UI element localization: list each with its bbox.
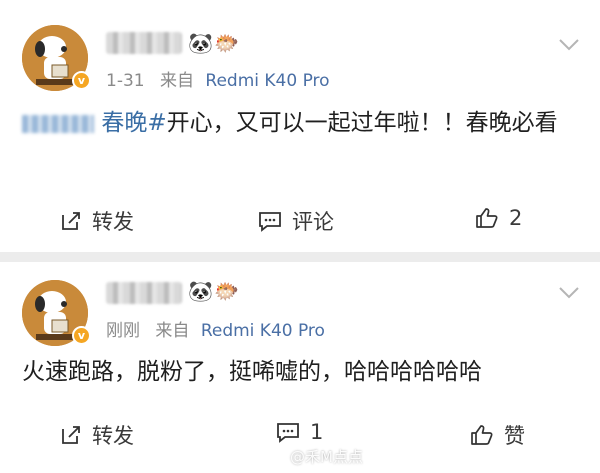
like-button[interactable]: 2: [475, 206, 522, 230]
topic-link[interactable]: 春晚#: [22, 110, 167, 136]
repost-icon: [62, 212, 80, 230]
post-meta: 刚刚 来自 Redmi K40 Pro: [106, 316, 325, 341]
thumbs-up-icon: [476, 208, 498, 228]
repost-button[interactable]: 转发: [60, 420, 134, 450]
comment-icon: [259, 212, 281, 232]
comment-count: 1: [310, 420, 324, 444]
repost-label: 转发: [92, 210, 134, 234]
topic-blurred-part: [22, 114, 94, 133]
verified-badge-icon: v: [72, 71, 91, 90]
verified-badge-icon: v: [72, 326, 91, 345]
device-name[interactable]: Redmi K40 Pro: [201, 321, 325, 341]
username-blurred[interactable]: [106, 282, 182, 304]
watermark-text: @禾M点点: [290, 448, 363, 466]
post-meta: 1-31 来自 Redmi K40 Pro: [106, 66, 330, 91]
username-blurred[interactable]: [106, 32, 182, 54]
post-body: 开心，又可以一起过年啦！！春晚必看: [166, 110, 558, 136]
repost-icon: [62, 426, 80, 444]
repost-button[interactable]: 转发: [60, 206, 134, 236]
chevron-down-icon[interactable]: [558, 286, 580, 300]
post-text: 火速跑路，脱粉了，挺唏嘘的，哈哈哈哈哈哈: [22, 354, 582, 390]
source-prefix: 来自: [155, 321, 190, 341]
comment-button[interactable]: 1: [276, 420, 323, 444]
source-prefix: 来自: [160, 71, 194, 91]
device-name[interactable]: Redmi K40 Pro: [205, 71, 329, 91]
weibo-watermark: @禾M点点: [268, 446, 363, 467]
pufferfish-emoji-icon: 🐡: [214, 279, 239, 303]
like-label: 赞: [504, 424, 525, 448]
comment-icon: [277, 423, 299, 443]
comment-button[interactable]: 评论: [258, 206, 334, 236]
action-bar: 转发 评论 2: [0, 200, 600, 240]
post-text: 春晚#开心，又可以一起过年啦！！春晚必看: [22, 105, 582, 141]
like-count: 2: [509, 206, 523, 230]
chevron-down-icon[interactable]: [558, 38, 580, 52]
like-button[interactable]: 赞: [470, 420, 525, 450]
weibo-logo-icon: [268, 450, 286, 464]
post-time: 1-31: [106, 71, 145, 91]
panda-emoji-icon: 🐼: [188, 31, 213, 55]
post-card-1: v 🐼 🐡 1-31 来自 Redmi K40 Pro 春晚#开心，又可以一起过…: [0, 0, 600, 252]
panda-emoji-icon: 🐼: [188, 279, 213, 303]
avatar[interactable]: v: [22, 25, 91, 91]
thumbs-up-icon: [471, 425, 493, 445]
post-time: 刚刚: [106, 321, 140, 341]
repost-label: 转发: [92, 424, 134, 448]
avatar[interactable]: v: [22, 280, 91, 346]
comment-label: 评论: [292, 210, 334, 234]
post-body: 火速跑路，脱粉了，挺唏嘘的，哈哈哈哈哈哈: [22, 359, 482, 385]
post-card-2: v 🐼 🐡 刚刚 来自 Redmi K40 Pro 火速跑路，脱粉了，挺唏嘘的，…: [0, 262, 600, 473]
pufferfish-emoji-icon: 🐡: [214, 31, 239, 55]
